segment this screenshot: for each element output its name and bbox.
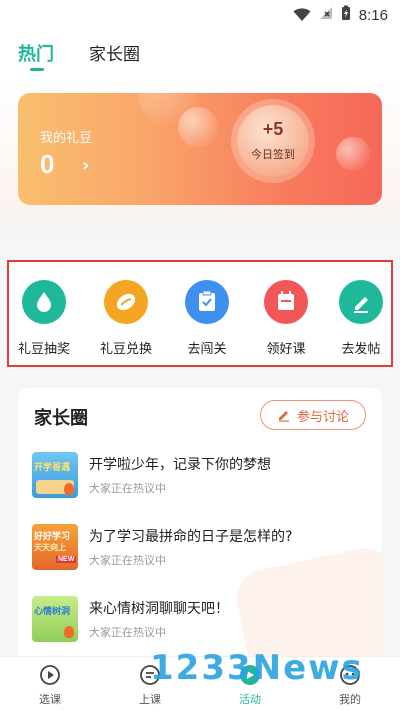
action-label: 去闯关 [187, 342, 227, 357]
action-label: 礼豆兑换 [99, 342, 152, 357]
play-circle-icon [38, 663, 62, 687]
post-thumbnail: 开学哥遇 [32, 452, 78, 498]
thumbnail-subtext: 天天向上 [34, 543, 66, 552]
nav-label: 上课 [139, 693, 161, 706]
battery-icon [341, 5, 351, 25]
clipboard-check-icon [185, 280, 229, 324]
points-card: 我的礼豆 0 › +5 今日签到 [18, 93, 382, 205]
post-thumbnail: 好好学习 天天向上 NEW [32, 524, 78, 570]
bean-icon [104, 280, 148, 324]
wifi-icon [293, 8, 311, 22]
pencil-icon [277, 408, 291, 422]
forum-post[interactable]: 心情树洞 来心情树洞聊聊天吧！ 大家正在热议中 [32, 596, 372, 646]
drop-icon [22, 280, 66, 324]
forum-post[interactable]: 开学哥遇 开学啦少年，记录下你的梦想 大家正在热议中 [32, 452, 372, 502]
nav-item-courses[interactable]: 选课 [20, 663, 80, 707]
tab-hot[interactable]: 热门 [18, 40, 54, 66]
checkin-points: +5 [262, 119, 284, 139]
points-value[interactable]: 0 [40, 149, 54, 180]
forum-post[interactable]: 好好学习 天天向上 NEW 为了学习最拼命的日子是怎样的? 大家正在热议中 [32, 524, 372, 574]
join-discussion-button[interactable]: 参与讨论 [260, 400, 366, 430]
thumbnail-text: 开学哥遇 [34, 463, 71, 473]
nav-label: 选课 [39, 693, 61, 706]
calendar-icon [264, 280, 308, 324]
watermark-text: 1233News [150, 648, 364, 688]
post-subtitle: 大家正在热议中 [89, 482, 166, 495]
post-subtitle: 大家正在热议中 [89, 626, 166, 639]
edit-icon [339, 280, 383, 324]
action-label: 礼豆抽奖 [17, 342, 70, 357]
post-title: 开学啦少年，记录下你的梦想 [89, 457, 271, 473]
checkin-button[interactable]: +5 今日签到 [237, 105, 309, 177]
thumbnail-text: 心情树洞 [34, 607, 71, 617]
post-title: 为了学习最拼命的日子是怎样的? [89, 529, 293, 545]
chevron-right-icon[interactable]: › [82, 155, 89, 176]
action-challenge[interactable]: 去闯关 [175, 280, 239, 357]
fire-icon [64, 483, 74, 495]
tab-parents-circle[interactable]: 家长圈 [89, 40, 140, 65]
action-bean-lottery[interactable]: 礼豆抽奖 [12, 280, 76, 357]
action-label: 去发帖 [341, 342, 381, 357]
fire-icon [64, 626, 74, 638]
post-title: 来心情树洞聊聊天吧！ [89, 601, 229, 617]
nav-label: 活动 [239, 693, 261, 706]
thumbnail-text: 好好学习 [34, 532, 71, 542]
action-label: 领好课 [266, 342, 306, 357]
action-get-course[interactable]: 领好课 [254, 280, 318, 357]
section-title: 家长圈 [34, 408, 88, 429]
status-bar: 8:16 [0, 0, 400, 28]
top-tab-bar: 热门 家长圈 [0, 28, 400, 80]
tab-active-indicator [30, 68, 44, 71]
decor-bubble [336, 137, 370, 171]
action-bean-exchange[interactable]: 礼豆兑换 [94, 280, 158, 357]
status-time: 8:16 [358, 6, 388, 24]
quick-actions: 礼豆抽奖 礼豆兑换 去闯关 领好课 去发帖 [7, 260, 393, 367]
parents-circle-section: 家长圈 参与讨论 开学哥遇 开学啦少年，记录下你的梦想 大家正在热议中 好好学习… [18, 388, 382, 668]
join-discussion-label: 参与讨论 [296, 409, 349, 425]
no-signal-icon [319, 6, 333, 24]
post-subtitle: 大家正在热议中 [89, 554, 166, 567]
new-badge: NEW [56, 556, 77, 563]
post-thumbnail: 心情树洞 [32, 596, 78, 642]
action-post[interactable]: 去发帖 [329, 280, 393, 357]
points-label: 我的礼豆 [40, 131, 93, 146]
nav-label: 我的 [339, 693, 361, 706]
checkin-label: 今日签到 [251, 148, 295, 161]
